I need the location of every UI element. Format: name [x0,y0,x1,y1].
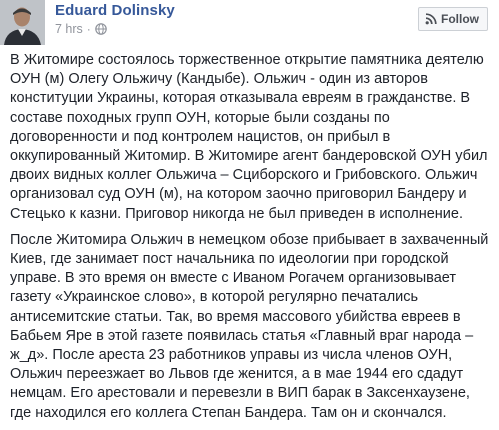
post-header: Eduard Dolinsky 7 hrs · Follow [0,0,499,48]
meta-separator: · [86,22,91,36]
globe-icon[interactable] [94,23,107,35]
facebook-post: Eduard Dolinsky 7 hrs · Follow В Житомир… [0,0,499,423]
author-name[interactable]: Eduard Dolinsky [55,2,175,19]
post-paragraph-1: В Житомире состоялось торжественное откр… [10,52,488,222]
avatar[interactable] [0,0,45,45]
rss-icon [425,13,437,25]
post-meta: 7 hrs · [55,22,107,36]
follow-button[interactable]: Follow [418,7,488,31]
post-timestamp[interactable]: 7 hrs [55,22,83,36]
post-body: В Житомире состоялось торжественное откр… [10,51,495,430]
post-paragraph-2: После Житомира Ольжич в немецком обозе п… [10,231,489,421]
follow-label: Follow [441,12,479,26]
